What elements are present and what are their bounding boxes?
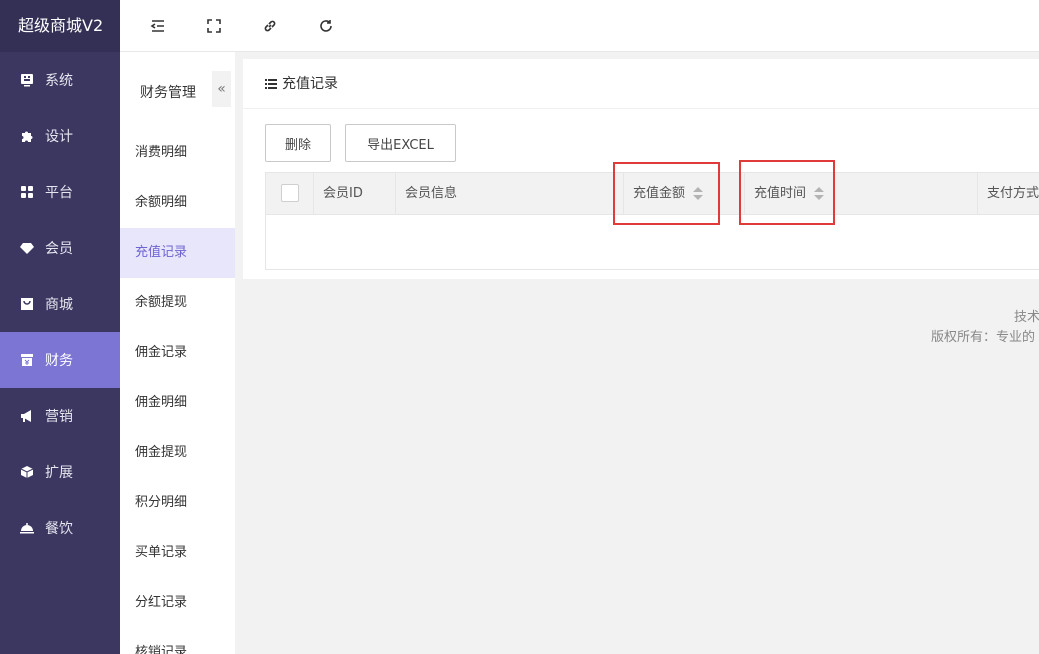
sidebar-item-design[interactable]: 设计 bbox=[0, 108, 120, 164]
subnav-item-commission-detail[interactable]: 佣金明细 bbox=[120, 378, 235, 428]
export-excel-button[interactable]: 导出EXCEL bbox=[345, 124, 456, 162]
grid-icon bbox=[20, 185, 34, 199]
page-title: 充值记录 bbox=[282, 75, 338, 92]
subnav-item-dividend[interactable]: 分红记录 bbox=[120, 578, 235, 628]
footer-copyright: 版权所有：专业的 bbox=[931, 330, 1036, 345]
sidebar-item-extension[interactable]: 扩展 bbox=[0, 444, 120, 500]
diamond-icon bbox=[20, 241, 34, 255]
sidebar-item-system[interactable]: 系统 bbox=[0, 52, 120, 108]
puzzle-icon bbox=[20, 129, 34, 143]
sidebar-item-catering[interactable]: 餐饮 bbox=[0, 500, 120, 556]
column-member-info[interactable]: 会员信息 bbox=[395, 173, 623, 215]
highlight-box-amount bbox=[613, 162, 720, 225]
column-payment-method[interactable]: 支付方式 bbox=[977, 173, 1039, 215]
subnav-item-commission-withdraw[interactable]: 佣金提现 bbox=[120, 428, 235, 478]
sidebar-item-label: 餐饮 bbox=[45, 521, 73, 537]
subnav-item-payment[interactable]: 买单记录 bbox=[120, 528, 235, 578]
cube-icon bbox=[20, 465, 34, 479]
highlight-box-time bbox=[739, 160, 835, 225]
subnav-item-balance[interactable]: 余额明细 bbox=[120, 178, 235, 228]
sidebar-item-platform[interactable]: 平台 bbox=[0, 164, 120, 220]
select-all-cell bbox=[266, 173, 313, 215]
link-icon[interactable] bbox=[261, 17, 279, 35]
brand-logo[interactable]: 超级商城V2 bbox=[0, 0, 120, 52]
refresh-icon[interactable] bbox=[317, 17, 335, 35]
column-member-id[interactable]: 会员ID bbox=[313, 173, 395, 215]
fullscreen-icon[interactable] bbox=[205, 17, 223, 35]
subnav-item-verify[interactable]: 核销记录 bbox=[120, 628, 235, 654]
footer-tech: 技术 bbox=[1014, 310, 1039, 325]
list-icon bbox=[265, 78, 277, 89]
subnav-title: 财务管理 bbox=[140, 85, 196, 101]
sidebar-item-label: 平台 bbox=[45, 185, 73, 201]
sidebar-item-finance[interactable]: 财务 bbox=[0, 332, 120, 388]
megaphone-icon bbox=[20, 409, 34, 423]
subnav-item-consumption[interactable]: 消费明细 bbox=[120, 128, 235, 178]
subnav-item-commission-record[interactable]: 佣金记录 bbox=[120, 328, 235, 378]
sidebar-item-label: 会员 bbox=[45, 241, 73, 257]
sidebar-item-label: 系统 bbox=[45, 73, 73, 89]
sidebar-item-shop[interactable]: 商城 bbox=[0, 276, 120, 332]
dish-icon bbox=[20, 521, 34, 535]
shop-bag-icon bbox=[20, 297, 34, 311]
menu-fold-icon[interactable] bbox=[149, 17, 167, 35]
sub-navigation: 财务管理 « 消费明细 余额明细 充值记录 余额提现 佣金记录 佣金明细 佣金提… bbox=[120, 52, 235, 654]
collapse-button[interactable]: « bbox=[212, 71, 231, 107]
sidebar-item-label: 财务 bbox=[45, 353, 73, 369]
sidebar-item-member[interactable]: 会员 bbox=[0, 220, 120, 276]
sidebar-item-label: 扩展 bbox=[45, 465, 73, 481]
sidebar-item-marketing[interactable]: 营销 bbox=[0, 388, 120, 444]
top-toolbar bbox=[120, 0, 1039, 52]
sidebar-item-label: 商城 bbox=[45, 297, 73, 313]
select-all-checkbox[interactable] bbox=[281, 184, 299, 202]
finance-icon bbox=[20, 353, 34, 367]
subnav-list: 消费明细 余额明细 充值记录 余额提现 佣金记录 佣金明细 佣金提现 积分明细 … bbox=[120, 128, 235, 654]
sidebar-item-label: 营销 bbox=[45, 409, 73, 425]
system-icon bbox=[20, 73, 34, 87]
main-sidebar: 超级商城V2 系统 设计 平台 会员 商城 财务 营销 扩展 餐饮 bbox=[0, 0, 120, 654]
subnav-item-recharge[interactable]: 充值记录 bbox=[120, 228, 235, 278]
delete-button[interactable]: 删除 bbox=[265, 124, 331, 162]
card-header: 充值记录 bbox=[243, 59, 1039, 109]
subnav-item-points[interactable]: 积分明细 bbox=[120, 478, 235, 528]
subnav-item-balance-withdraw[interactable]: 余额提现 bbox=[120, 278, 235, 328]
sidebar-item-label: 设计 bbox=[45, 129, 73, 145]
